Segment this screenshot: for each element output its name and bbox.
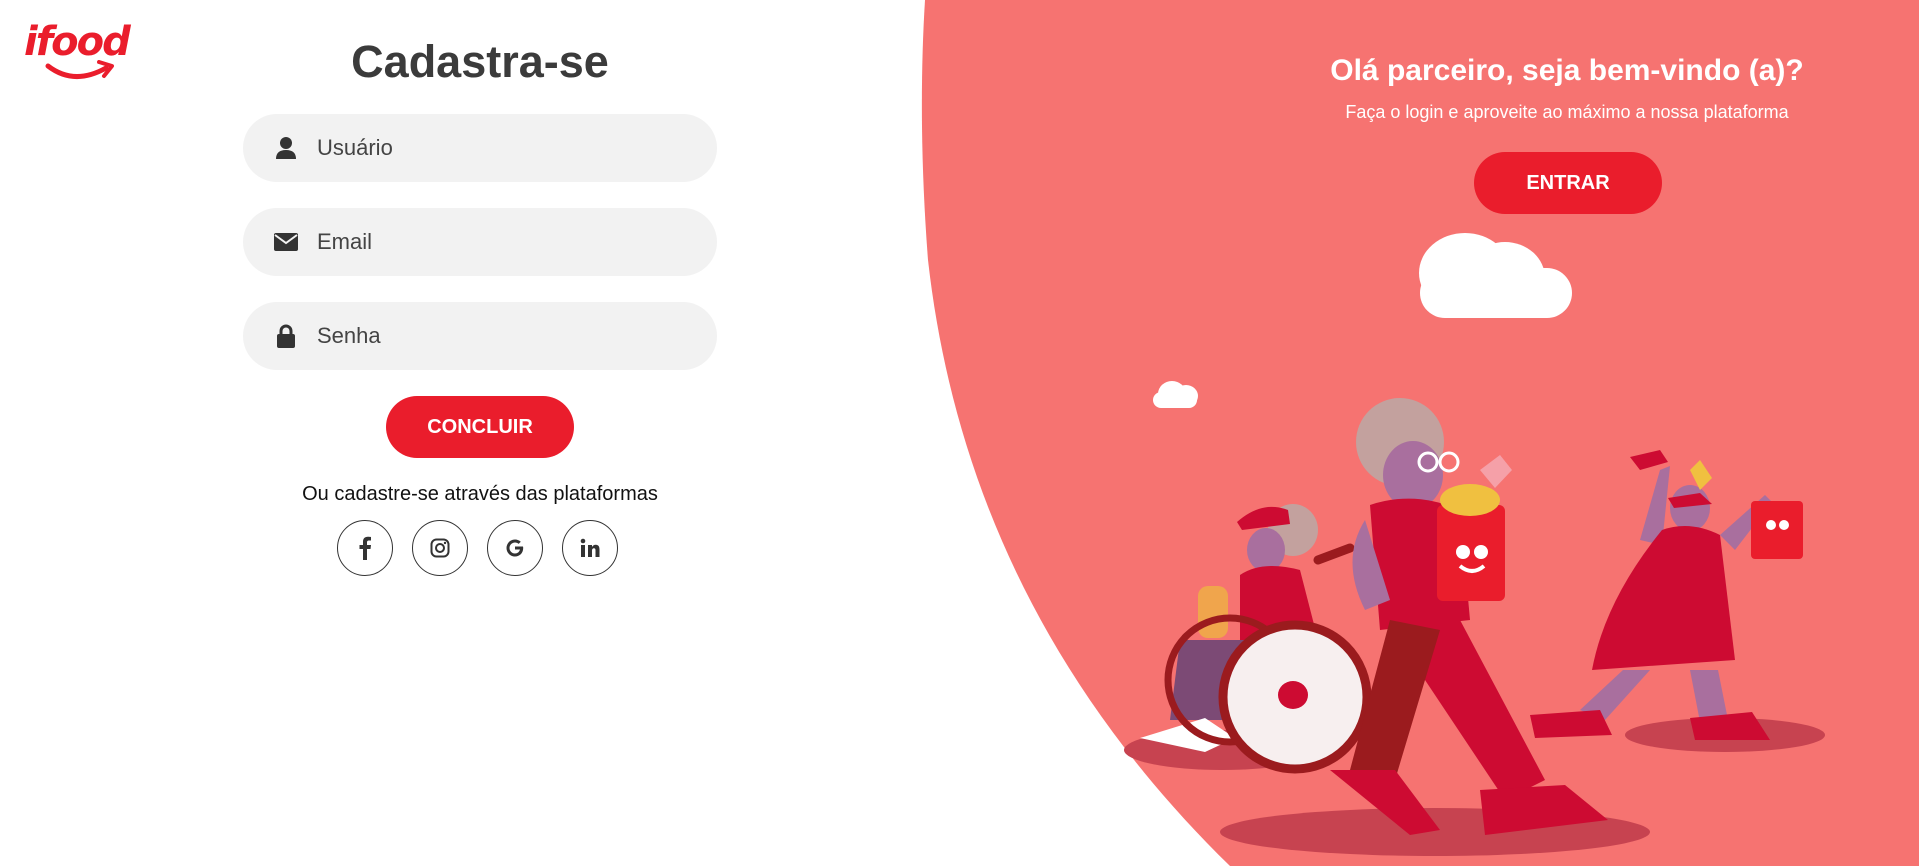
instagram-icon: [430, 538, 450, 558]
welcome-subtitle: Faça o login e aproveite ao máximo a nos…: [1345, 102, 1789, 122]
google-icon: [506, 539, 524, 557]
username-input[interactable]: [315, 134, 699, 162]
cloud-icon: [1419, 233, 1572, 318]
page-title: Cadastra-se: [351, 36, 609, 87]
delivery-people-illustration: [1124, 398, 1825, 856]
ifood-logo[interactable]: ifood: [24, 22, 132, 84]
social-buttons: [337, 520, 618, 576]
username-field[interactable]: [243, 114, 717, 182]
envelope-icon: [273, 229, 299, 255]
email-field[interactable]: [243, 208, 717, 276]
email-input[interactable]: [315, 228, 699, 256]
facebook-button[interactable]: [337, 520, 393, 576]
lock-icon: [273, 323, 299, 349]
social-signup-text: Ou cadastre-se através das plataformas: [302, 483, 658, 505]
instagram-button[interactable]: [412, 520, 468, 576]
user-icon: [273, 135, 299, 161]
password-input[interactable]: [315, 322, 699, 350]
submit-button[interactable]: CONCLUIR: [386, 396, 574, 458]
login-button[interactable]: ENTRAR: [1474, 152, 1662, 214]
logo-text: ifood: [24, 19, 131, 65]
small-cloud-icon: [1153, 381, 1198, 408]
welcome-title: Olá parceiro, seja bem-vindo (a)?: [1330, 54, 1804, 87]
google-button[interactable]: [487, 520, 543, 576]
logo-smile-icon: [45, 60, 114, 79]
linkedin-icon: [580, 538, 600, 557]
linkedin-button[interactable]: [562, 520, 618, 576]
facebook-icon: [359, 536, 371, 560]
password-field[interactable]: [243, 302, 717, 370]
